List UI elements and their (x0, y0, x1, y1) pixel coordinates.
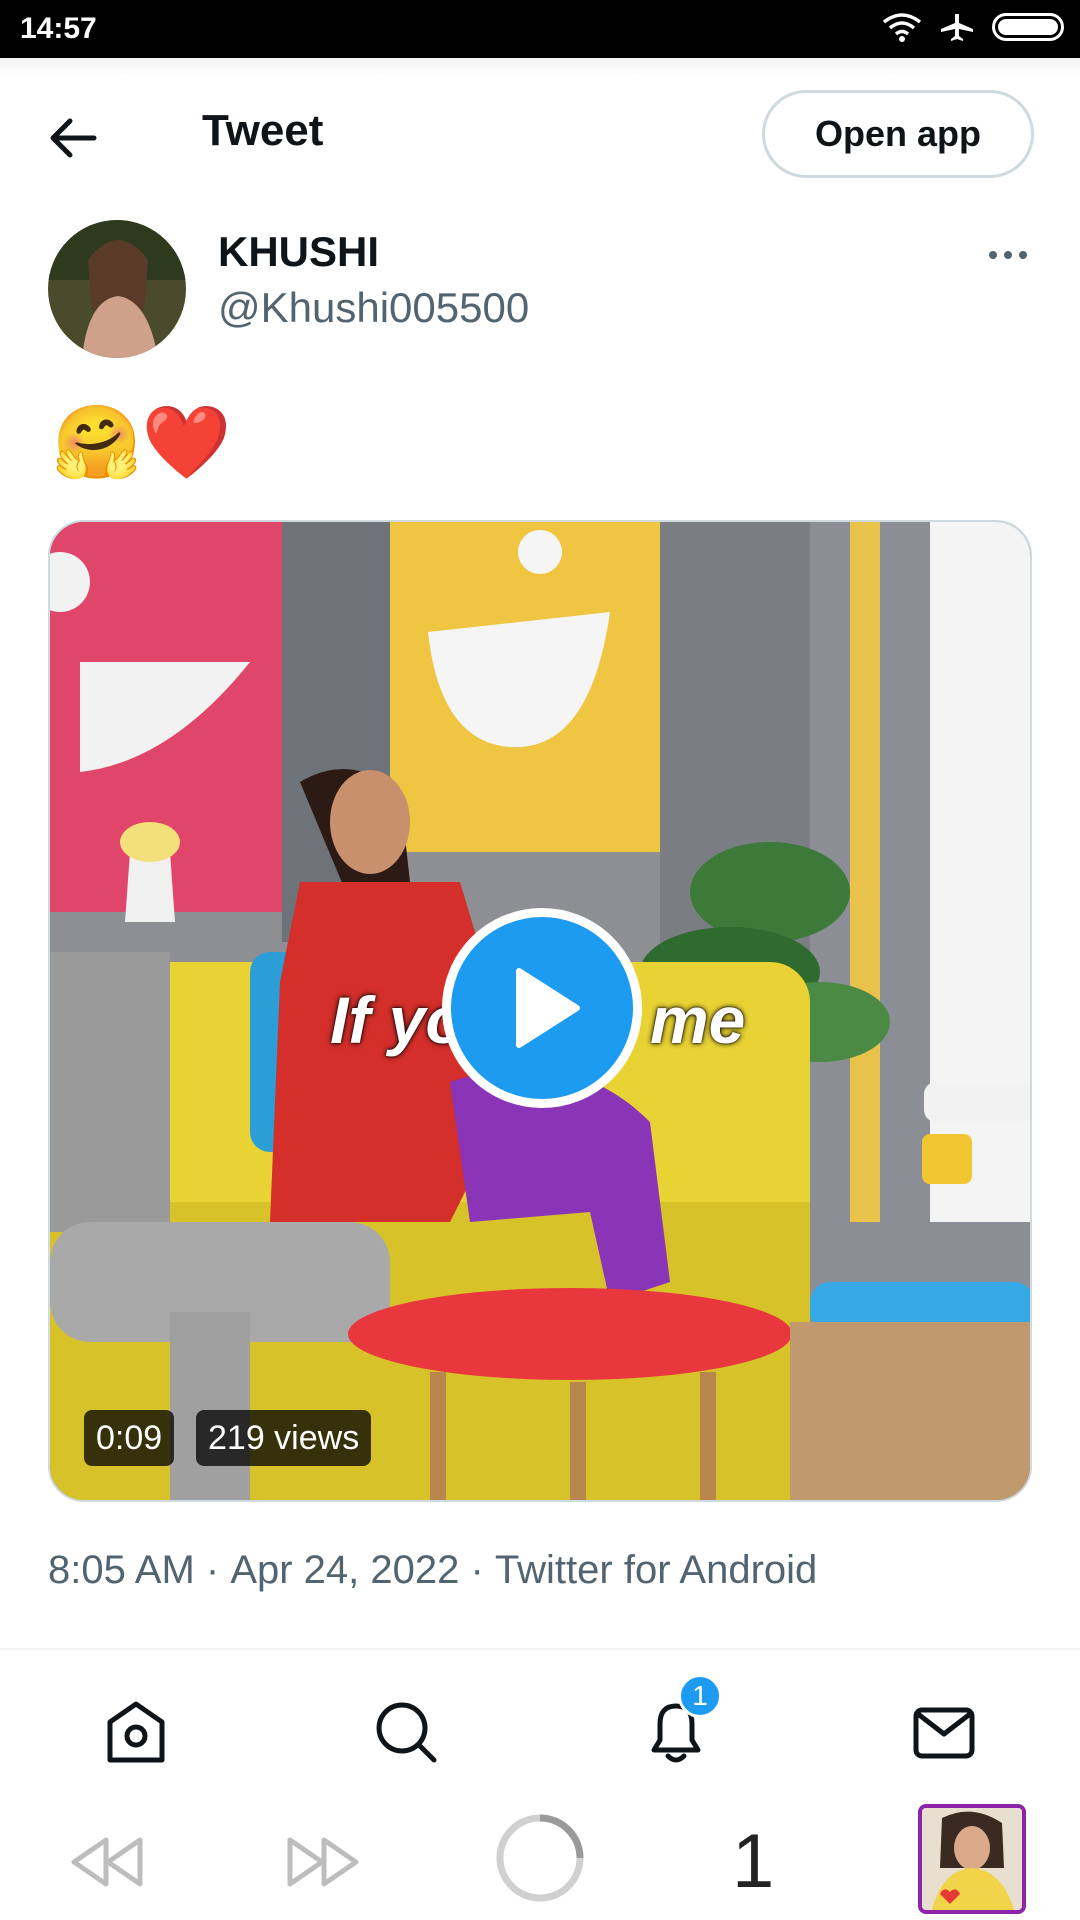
rewind-icon (71, 1837, 143, 1887)
page-title: Tweet (202, 106, 324, 155)
status-icons (882, 12, 1064, 42)
status-time: 14:57 (20, 12, 97, 45)
media-thumbnail[interactable] (918, 1804, 1026, 1914)
tweet-date[interactable]: Apr 24, 2022 (230, 1548, 459, 1593)
page-number: 1 (732, 1819, 775, 1904)
airplane-mode-icon (941, 14, 973, 41)
author-handle[interactable]: @Khushi005500 (218, 284, 529, 332)
nav-search[interactable] (370, 1696, 442, 1768)
open-app-button[interactable]: Open app (762, 90, 1034, 178)
header: Tweet Open app (0, 58, 1080, 208)
video-duration: 0:09 (84, 1410, 175, 1466)
more-dot (1004, 251, 1012, 259)
video-views: 219 views (196, 1410, 372, 1466)
author-name[interactable]: KHUSHI (218, 228, 379, 276)
tweet-text: 🤗❤️ (52, 400, 232, 484)
notification-badge: 1 (678, 1674, 722, 1718)
play-button[interactable] (442, 908, 642, 1108)
thumbnail-image (922, 1808, 1022, 1910)
video-caption-right: me (650, 983, 746, 1057)
tweet-meta: 8:05 AM · Apr 24, 2022 · Twitter for And… (48, 1548, 817, 1593)
more-dot (989, 251, 997, 259)
nav-messages[interactable] (908, 1696, 980, 1768)
fast-forward-icon (287, 1837, 359, 1887)
mail-icon (913, 1707, 975, 1759)
loading-spinner-icon (496, 1814, 584, 1902)
back-button[interactable] (44, 108, 104, 168)
more-options-button[interactable] (980, 240, 1036, 270)
tweet-video[interactable]: If yo me 0:09 219 views (48, 520, 1032, 1502)
more-dot (1019, 251, 1027, 259)
battery-icon (992, 13, 1064, 41)
status-bar: 14:57 (0, 0, 1080, 58)
rewind-button[interactable] (70, 1834, 144, 1895)
play-icon (516, 968, 580, 1048)
meta-separator: · (194, 1548, 231, 1592)
bottom-nav: 1 (0, 1650, 1080, 1800)
avatar-image (48, 220, 186, 358)
tweet-time[interactable]: 8:05 AM (48, 1548, 195, 1593)
meta-separator: · (459, 1548, 495, 1592)
search-icon (376, 1702, 437, 1763)
avatar[interactable] (48, 220, 186, 358)
media-controls: 1 (0, 1800, 1080, 1920)
loading-indicator (494, 1812, 586, 1909)
fast-forward-button[interactable] (286, 1834, 360, 1895)
wifi-icon (882, 13, 922, 42)
home-icon (107, 1701, 165, 1763)
tweet-source: Twitter for Android (494, 1548, 818, 1592)
nav-home[interactable] (100, 1696, 172, 1768)
arrow-left-icon (50, 118, 97, 158)
